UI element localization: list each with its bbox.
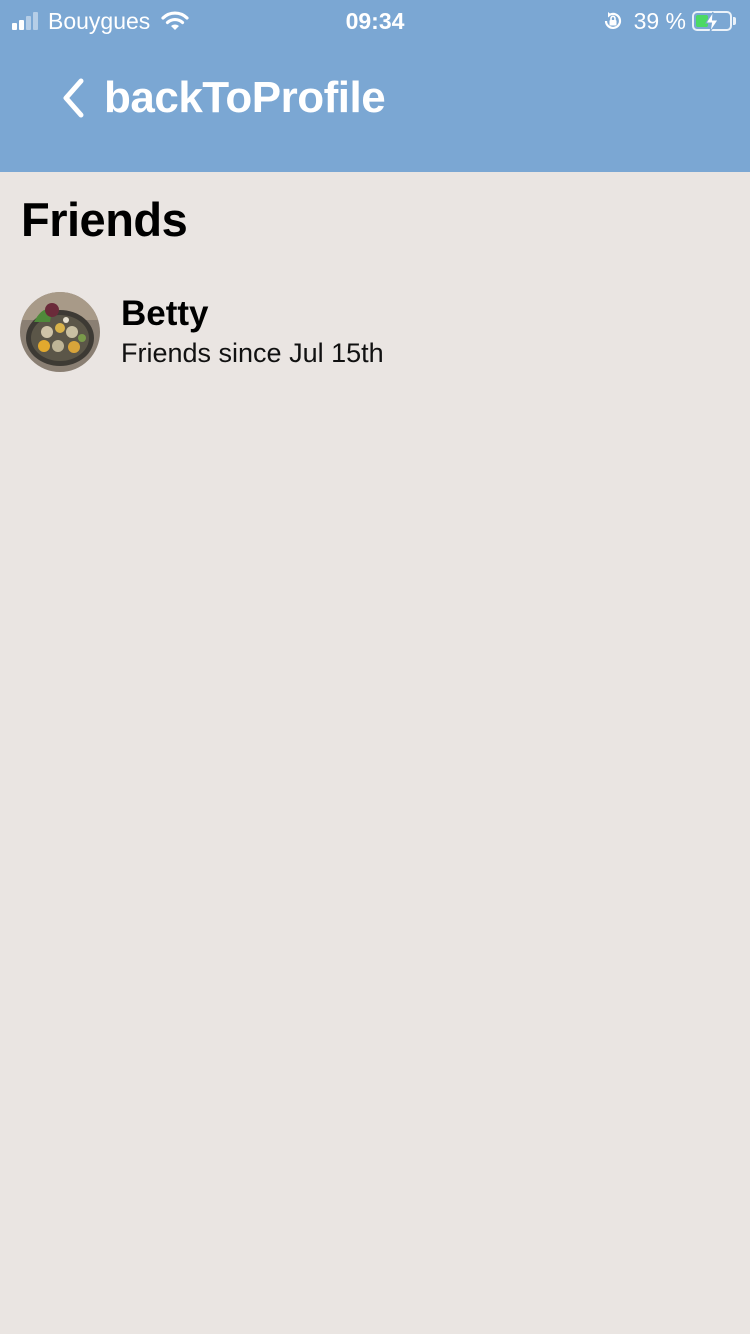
friend-since-text: Friends since Jul 15th (121, 338, 384, 368)
friend-name: Betty (121, 294, 209, 333)
charging-bolt-icon (705, 11, 719, 33)
avatar-food-photo (20, 292, 100, 372)
page-title: Friends (21, 193, 188, 246)
battery-percent: 39 % (633, 7, 686, 34)
status-right: 39 % (602, 7, 736, 35)
back-to-profile-button[interactable]: backToProfile (60, 70, 386, 126)
app-header: Bouygues 09:34 39 % backToProfile (0, 0, 750, 172)
battery-icon (692, 11, 732, 33)
status-bar: Bouygues 09:34 39 % (0, 0, 750, 42)
orientation-lock-icon (604, 12, 621, 30)
battery-cap (733, 17, 736, 25)
avatar[interactable] (20, 292, 100, 372)
nav-title[interactable]: backToProfile (104, 73, 386, 123)
chevron-left-icon[interactable] (60, 77, 86, 119)
friend-list-item[interactable]: Betty Friends since Jul 15th (0, 290, 750, 374)
